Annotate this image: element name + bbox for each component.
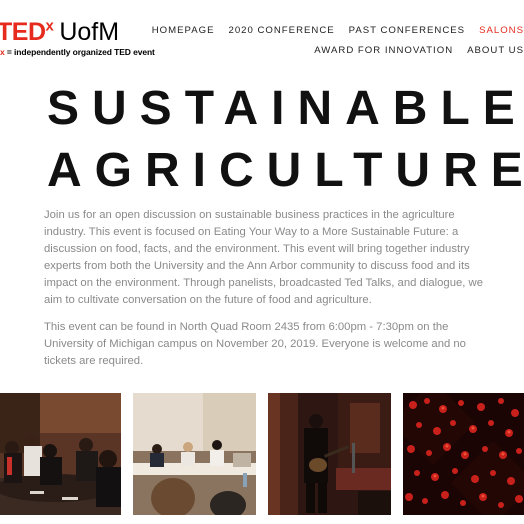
nav-about-us[interactable]: ABOUT US [467,44,524,58]
logo-tag-text: = independently organized TED event [4,47,155,57]
nav-row-primary: HOMEPAGE 2020 CONFERENCE PAST CONFERENCE… [138,24,524,38]
main-nav: HOMEPAGE 2020 CONFERENCE PAST CONFERENCE… [138,24,524,58]
logo-wordmark: TEDx UofM [0,18,119,46]
nav-past-conferences[interactable]: PAST CONFERENCES [349,24,465,38]
photo-gallery [0,393,524,524]
photo-discussion-table-image [0,393,121,515]
photo-panelists-image [133,393,256,515]
gallery-photo-produce[interactable] [403,393,524,515]
description-paragraph-1: Join us for an open discussion on sustai… [44,209,483,306]
logo-event-name: UofM [59,18,120,46]
logo-tagline: x = independently organized TED event [0,47,155,57]
photo-produce-image [403,393,524,515]
photo-performer-image [268,393,391,515]
nav-homepage[interactable]: HOMEPAGE [152,24,215,38]
description-paragraph-2: This event can be found in North Quad Ro… [44,321,466,367]
logo-ted: TED [0,18,46,46]
nav-row-secondary: AWARD FOR INNOVATION ABOUT US [138,44,524,58]
gallery-photo-performer[interactable] [268,393,391,515]
tedx-logo[interactable]: TEDx UofM x = independently organized TED… [0,18,155,58]
gallery-photo-panelists[interactable] [133,393,256,515]
logo-x: x [45,17,54,35]
event-description: Join us for an open discussion on sustai… [44,207,484,380]
nav-salons[interactable]: SALONS [479,24,524,38]
page-title-line-1: SUSTAINABLE [47,82,524,135]
nav-award-for-innovation[interactable]: AWARD FOR INNOVATION [314,44,453,58]
nav-2020-conference[interactable]: 2020 CONFERENCE [228,24,334,38]
page-title: SUSTAINABLE AGRICULTURE [47,78,524,202]
gallery-photo-discussion-table[interactable] [0,393,121,515]
page-title-line-2: AGRICULTURE [47,144,524,197]
